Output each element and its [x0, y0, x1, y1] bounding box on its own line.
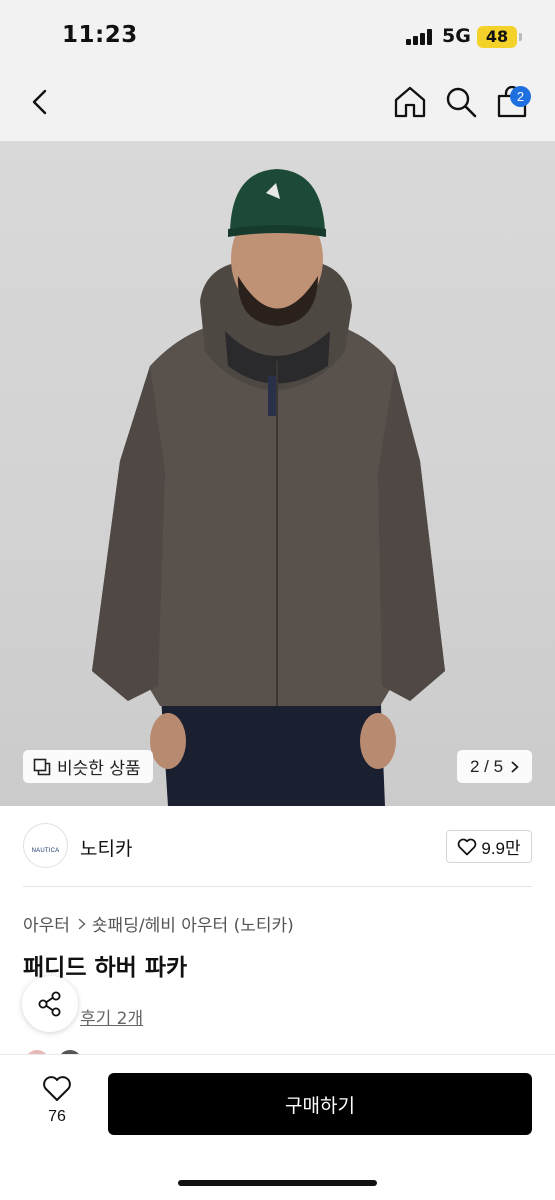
breadcrumb-item-category[interactable]: 숏패딩/헤비 아우터 (노티카) [92, 911, 294, 936]
wishlist-count: 76 [48, 1108, 66, 1125]
bottom-purchase-bar: 76 구매하기 [0, 1054, 555, 1200]
divider [23, 886, 532, 887]
nav-bar [0, 70, 555, 141]
image-counter-button[interactable]: 2 / 5 [457, 750, 532, 783]
buy-button-label: 구매하기 [285, 1094, 355, 1117]
breadcrumb: 아우터 숏패딩/헤비 아우터 (노티카) [23, 911, 294, 936]
brand-row: NAUTICA 노티카 9.9만 [0, 818, 555, 878]
share-button[interactable] [22, 976, 78, 1032]
image-counter: 2 / 5 [469, 756, 504, 776]
back-icon[interactable] [24, 85, 58, 119]
home-icon[interactable] [393, 85, 427, 119]
similar-products-button[interactable]: 비슷한 상품 [23, 750, 153, 783]
home-indicator [178, 1180, 377, 1186]
search-icon[interactable] [444, 85, 478, 119]
brand-like-count: 9.9만 [481, 839, 521, 858]
chevron-right-icon [78, 918, 86, 929]
heart-icon [43, 1076, 71, 1101]
product-image[interactable]: 비슷한 상품 2 / 5 [0, 141, 555, 806]
review-link[interactable]: 후기 2개 [80, 1004, 143, 1029]
brand-logo-text: NAUTICA [31, 847, 60, 854]
similar-products-label: 비슷한 상품 [57, 759, 141, 779]
buy-button[interactable]: 구매하기 [108, 1073, 532, 1135]
battery-icon: 48 [477, 26, 517, 48]
brand-like-button[interactable]: 9.9만 [446, 830, 532, 863]
network-label: 5G [442, 25, 471, 47]
brand-logo[interactable]: NAUTICA [23, 823, 68, 868]
status-time: 11:23 [62, 22, 138, 48]
copy-icon [33, 758, 51, 775]
signal-icon [406, 29, 434, 45]
wishlist-button[interactable]: 76 [35, 1075, 79, 1126]
battery-tip [519, 33, 522, 41]
product-photo [92, 169, 445, 806]
chevron-right-icon [511, 761, 519, 772]
status-bar: 11:23 5G 48 [0, 0, 555, 70]
share-icon [38, 991, 61, 1017]
brand-name[interactable]: 노티카 [80, 834, 132, 861]
cart-count-badge: 2 [510, 86, 531, 107]
breadcrumb-item-outer[interactable]: 아우터 [23, 911, 70, 936]
heart-icon [458, 838, 477, 855]
